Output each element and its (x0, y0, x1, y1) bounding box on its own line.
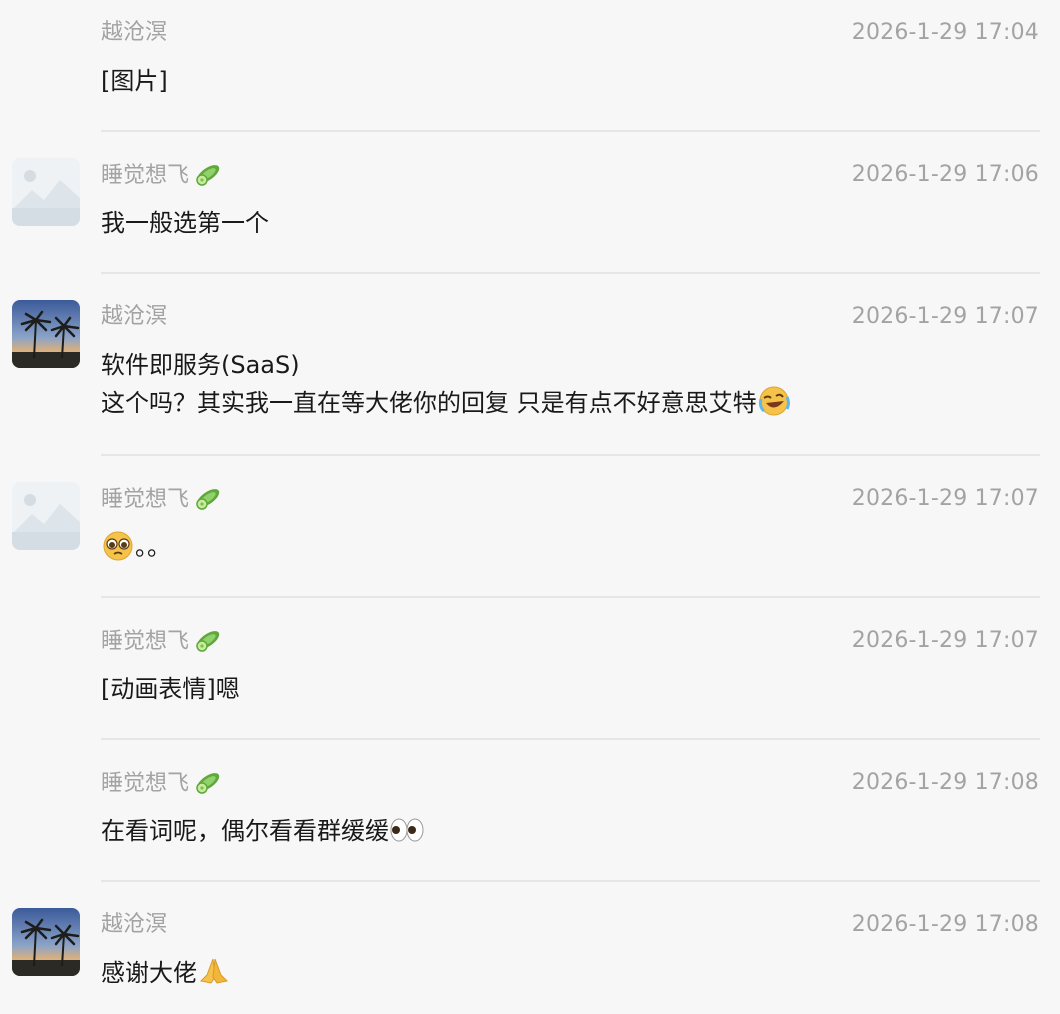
message-body[interactable]: 。。 (101, 528, 171, 572)
avatar[interactable] (12, 908, 80, 976)
message-time: 2026-1-29 17:07 (851, 628, 1039, 653)
avatar[interactable] (12, 300, 80, 368)
message-divider (101, 272, 1040, 274)
message-time: 2026-1-29 17:04 (851, 20, 1039, 45)
sender-name[interactable]: 睡觉想飞 (101, 484, 223, 521)
message-body[interactable]: [图片] (101, 62, 168, 100)
message-text[interactable]: 我一般选第一个 (101, 204, 269, 242)
message-time: 2026-1-29 17:07 (851, 304, 1039, 329)
message-time: 2026-1-29 17:08 (851, 770, 1039, 795)
cucumber-icon (193, 160, 223, 197)
folded-hands-emoji (197, 955, 231, 998)
message-text-line[interactable]: 在看词呢，偶尔看看群缓缓 (101, 812, 425, 856)
message-text[interactable]: [动画表情]嗯 (101, 670, 240, 708)
cucumber-icon (193, 768, 223, 805)
message-divider (101, 130, 1040, 132)
message-text[interactable]: 软件即服务(SaaS) (101, 346, 791, 384)
chat-message-list[interactable]: 越沧溟 2026-1-29 17:04 [图片] 睡觉想飞 2026-1-29 … (0, 0, 1060, 1014)
message-divider (101, 738, 1040, 740)
cucumber-icon (193, 484, 223, 521)
message-time: 2026-1-29 17:07 (851, 486, 1039, 511)
message-body[interactable]: 软件即服务(SaaS) 这个吗？其实我一直在等大佬你的回复 只是有点不好意思艾特 (101, 346, 791, 428)
pleading-face-emoji (101, 529, 135, 572)
sender-name[interactable]: 越沧溟 (101, 302, 167, 332)
sender-name[interactable]: 越沧溟 (101, 910, 167, 940)
eyes-emoji (389, 815, 425, 856)
sender-name[interactable]: 睡觉想飞 (101, 768, 223, 805)
message-time: 2026-1-29 17:08 (851, 912, 1039, 937)
message-body[interactable]: [动画表情]嗯 (101, 670, 240, 708)
palm-trees-sunset-icon (12, 300, 80, 368)
rolling-laughing-emoji (757, 385, 791, 428)
message-text-line[interactable]: 。。 (101, 528, 171, 572)
cucumber-icon (193, 626, 223, 663)
palm-trees-sunset-icon (12, 908, 80, 976)
message-body[interactable]: 我一般选第一个 (101, 204, 269, 242)
message-text[interactable]: [图片] (101, 62, 168, 100)
image-placeholder-icon (12, 482, 80, 550)
message-text-line[interactable]: 这个吗？其实我一直在等大佬你的回复 只是有点不好意思艾特 (101, 384, 791, 428)
sender-name[interactable]: 睡觉想飞 (101, 160, 223, 197)
avatar-placeholder[interactable] (12, 158, 80, 226)
message-text-line[interactable]: 感谢大佬 (101, 954, 231, 998)
message-time: 2026-1-29 17:06 (851, 162, 1039, 187)
message-divider (101, 880, 1040, 882)
avatar-placeholder[interactable] (12, 482, 80, 550)
sender-name[interactable]: 睡觉想飞 (101, 626, 223, 663)
image-placeholder-icon (12, 158, 80, 226)
message-body[interactable]: 在看词呢，偶尔看看群缓缓 (101, 812, 425, 856)
sender-name[interactable]: 越沧溟 (101, 18, 167, 48)
message-divider (101, 596, 1040, 598)
message-divider (101, 454, 1040, 456)
message-body[interactable]: 感谢大佬 (101, 954, 231, 998)
